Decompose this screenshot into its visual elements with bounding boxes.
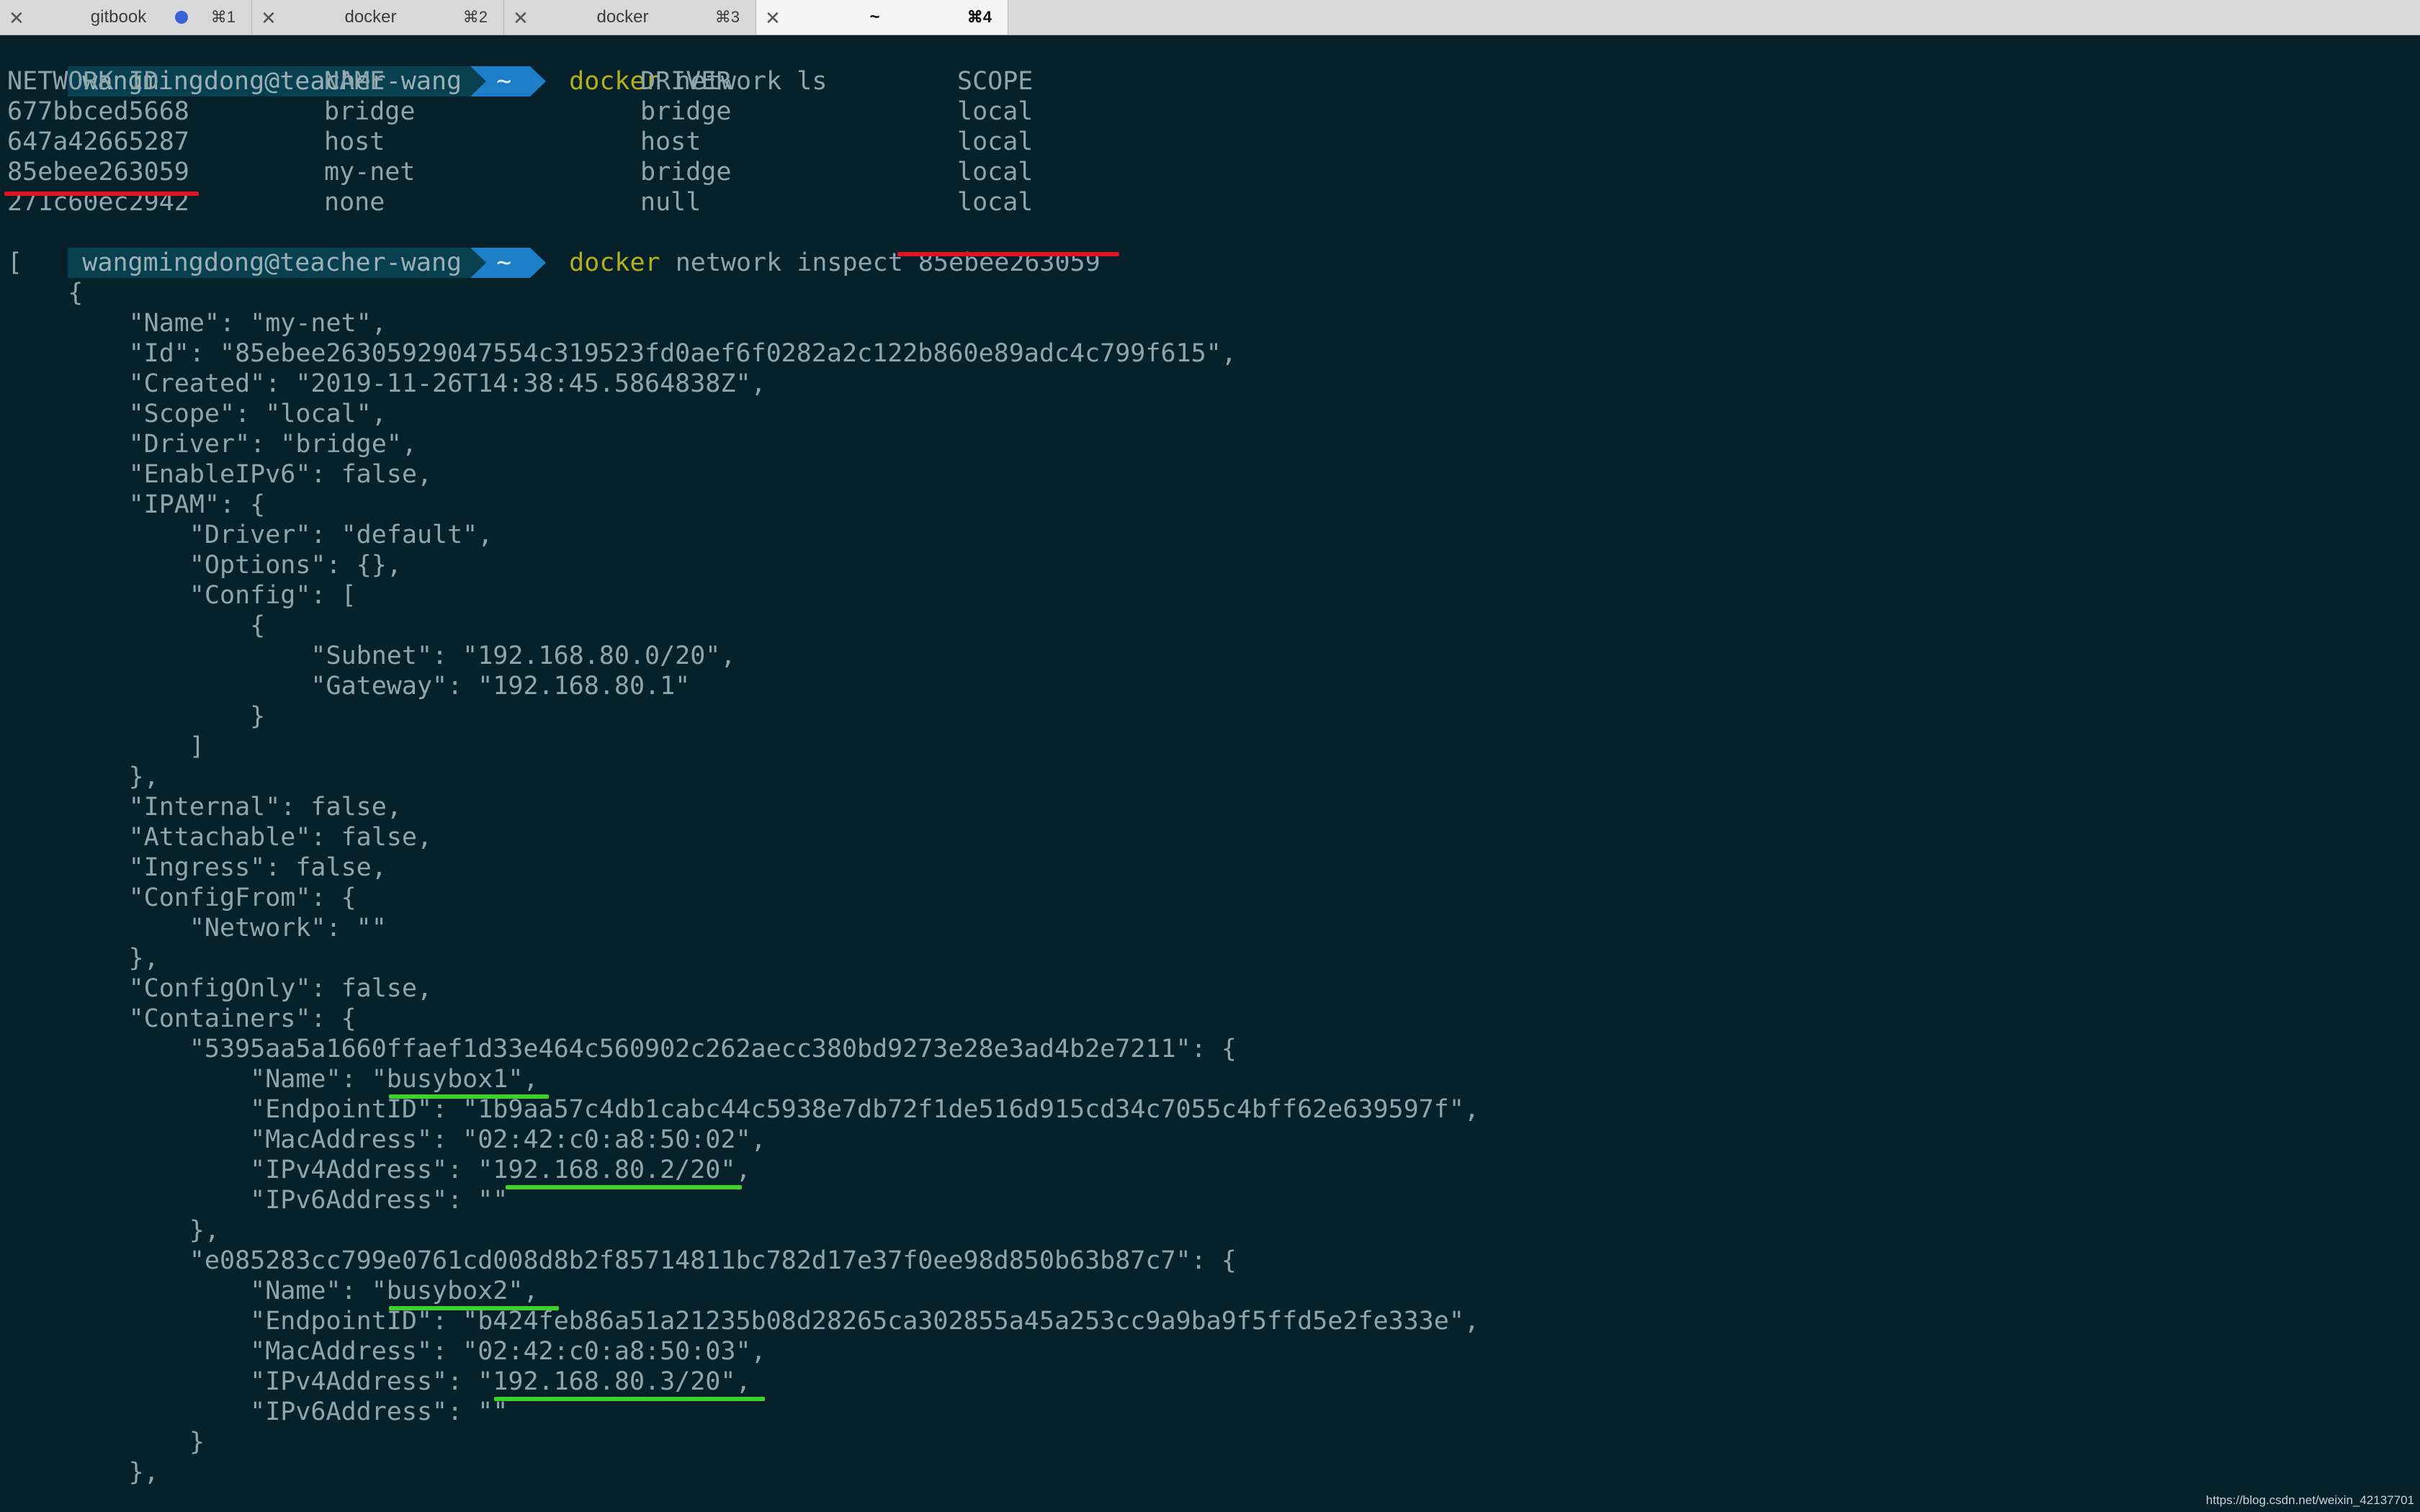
table-header: NETWORK ID NAME DRIVER SCOPE <box>7 66 1033 96</box>
network-id: 85ebee263059 <box>7 158 189 186</box>
watermark: https://blog.csdn.net/weixin_42137701 <box>2205 1493 2414 1507</box>
output-line: { <box>7 279 84 307</box>
output-line: "Ingress": false, <box>7 853 387 882</box>
output-line: "Created": "2019-11-26T14:38:45.5864838Z… <box>7 369 766 398</box>
column-header: NETWORK ID <box>7 67 159 96</box>
green-underline-busybox1 <box>389 1094 549 1099</box>
network-name: host <box>324 127 385 156</box>
network-driver: null <box>640 188 702 217</box>
network-scope: local <box>957 127 1034 156</box>
output-line: ] <box>7 732 205 761</box>
column-header: SCOPE <box>957 67 1034 96</box>
prompt-line: wangmingdong@teacher-wang ~ docker network… <box>7 217 1101 278</box>
activity-dot-icon <box>175 11 188 24</box>
output-line: } <box>7 702 266 731</box>
column-header: NAME <box>324 67 385 96</box>
prompt-line: wangmingdong@teacher-wang ~ docker network… <box>7 36 827 96</box>
tab-gitbook[interactable]: ✕ gitbook ⌘1 <box>0 0 252 35</box>
column-header: DRIVER <box>640 67 732 96</box>
close-icon[interactable]: ✕ <box>513 7 529 30</box>
network-id: 677bbced5668 <box>7 97 189 126</box>
output-line: [ <box>7 248 23 277</box>
output-line: "Name": "busybox2", <box>7 1277 539 1305</box>
table-row: 647a42665287 host host local <box>7 127 1033 157</box>
network-scope: local <box>957 97 1034 126</box>
terminal-output[interactable]: wangmingdong@teacher-wang ~ docker network… <box>0 35 2420 1512</box>
tab-title: docker <box>344 7 397 27</box>
output-line: "ConfigFrom": { <box>7 883 357 912</box>
output-line: "MacAddress": "02:42:c0:a8:50:03", <box>7 1337 766 1366</box>
prompt-dir: ~ <box>470 66 547 96</box>
output-line: "EndpointID": "b424feb86a51a21235b08d282… <box>7 1307 1479 1336</box>
output-line: }, <box>7 1458 159 1487</box>
output-line: "e085283cc799e0761cd008d8b2f85714811bc78… <box>7 1246 1237 1275</box>
output-line: }, <box>7 1216 220 1245</box>
output-line: }, <box>7 944 159 973</box>
output-line: "Name": "busybox1", <box>7 1065 539 1094</box>
tab-docker-2[interactable]: ✕ docker ⌘2 <box>252 0 504 35</box>
output-line: "Name": "my-net", <box>7 309 387 338</box>
output-line: "IPv4Address": "192.168.80.3/20", <box>7 1367 751 1396</box>
network-name: bridge <box>324 97 416 126</box>
output-line: "EndpointID": "1b9aa57c4db1cabc44c5938e7… <box>7 1095 1479 1124</box>
network-name: my-net <box>324 158 416 186</box>
tab-shortcut: ⌘4 <box>967 8 992 26</box>
output-line: "Driver": "bridge", <box>7 430 417 459</box>
tab-shortcut: ⌘2 <box>462 8 488 26</box>
network-id: 647a42665287 <box>7 127 189 156</box>
output-line: "Containers": { <box>7 1004 357 1033</box>
tab-bar: ✕ gitbook ⌘1 ✕ docker ⌘2 ✕ docker ⌘3 ✕ ~… <box>0 0 2420 35</box>
output-line: "EnableIPv6": false, <box>7 460 433 489</box>
red-underline-inspect-id <box>897 252 1119 256</box>
output-line: "IPv6Address": "" <box>7 1186 508 1215</box>
network-driver: bridge <box>640 97 732 126</box>
network-driver: bridge <box>640 158 732 186</box>
green-underline-busybox2 <box>389 1306 559 1310</box>
prompt-host: wangmingdong@teacher-wang <box>68 248 471 278</box>
close-icon[interactable]: ✕ <box>261 7 277 30</box>
network-driver: host <box>640 127 702 156</box>
close-icon[interactable]: ✕ <box>765 7 781 30</box>
output-line: "Options": {}, <box>7 551 402 580</box>
output-line: "IPAM": { <box>7 490 266 519</box>
tab-title: docker <box>596 7 649 27</box>
green-underline-ip-busybox2 <box>494 1397 765 1401</box>
tab-title: ~ <box>869 7 880 27</box>
network-scope: local <box>957 158 1034 186</box>
output-line: "Config": [ <box>7 581 357 610</box>
table-row: 85ebee263059 my-net bridge local <box>7 157 1033 187</box>
output-line: "Id": "85ebee26305929047554c319523fd0aef… <box>7 339 1237 368</box>
red-underline-network-id <box>4 192 199 196</box>
prompt-dir: ~ <box>470 248 547 278</box>
table-row: 677bbced5668 bridge bridge local <box>7 96 1033 127</box>
output-line: "ConfigOnly": false, <box>7 974 433 1003</box>
output-line: } <box>7 1428 205 1457</box>
tab-title: gitbook <box>90 7 147 27</box>
output-line: "Driver": "default", <box>7 521 493 549</box>
tab-shortcut: ⌘3 <box>714 8 740 26</box>
output-line: "5395aa5a1660ffaef1d33e464c560902c262aec… <box>7 1035 1237 1063</box>
output-line: }, <box>7 762 159 791</box>
output-line: "MacAddress": "02:42:c0:a8:50:02", <box>7 1125 766 1154</box>
output-line: "Internal": false, <box>7 793 402 822</box>
output-line: "Network": "" <box>7 914 387 942</box>
output-line: "Subnet": "192.168.80.0/20", <box>7 642 736 670</box>
output-line: { <box>7 611 266 640</box>
network-name: none <box>324 188 385 217</box>
close-icon[interactable]: ✕ <box>9 7 24 30</box>
tab-docker-3[interactable]: ✕ docker ⌘3 <box>504 0 756 35</box>
output-line: "IPv4Address": "192.168.80.2/20", <box>7 1156 751 1184</box>
output-line: "Gateway": "192.168.80.1" <box>7 672 691 701</box>
output-line: "IPv6Address": "" <box>7 1398 508 1426</box>
tab-shortcut: ⌘1 <box>210 8 236 26</box>
tab-home-active[interactable]: ✕ ~ ⌘4 <box>756 0 1008 35</box>
output-line: "Scope": "local", <box>7 400 387 428</box>
network-scope: local <box>957 188 1034 217</box>
green-underline-ip-busybox1 <box>506 1185 742 1189</box>
output-line: "Attachable": false, <box>7 823 433 852</box>
command-tool: docker <box>569 248 660 277</box>
